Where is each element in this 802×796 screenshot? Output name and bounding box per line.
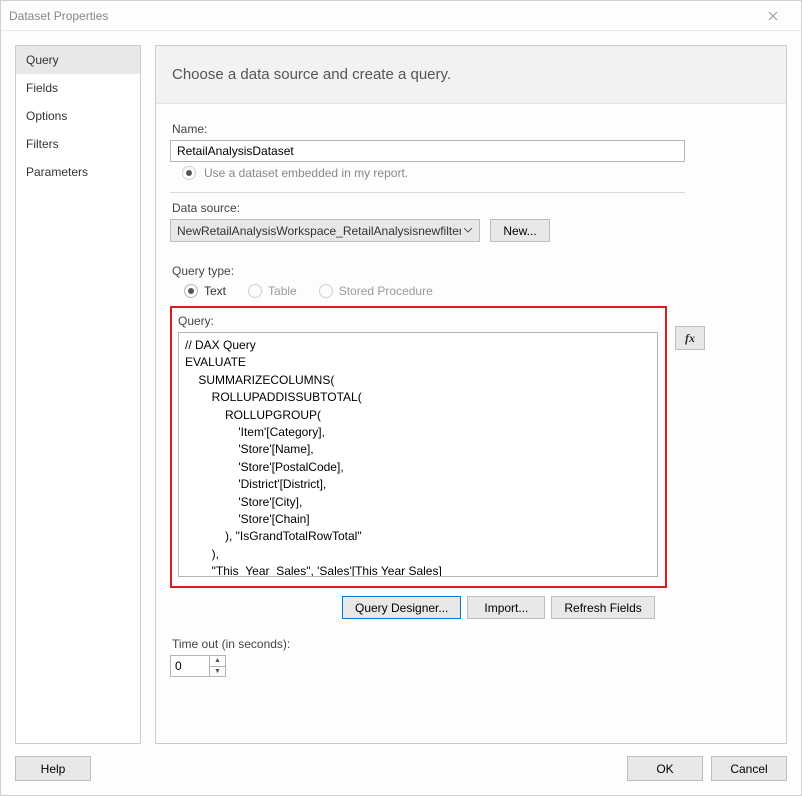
sidebar: Query Fields Options Filters Parameters bbox=[15, 45, 141, 744]
sidebar-item-fields[interactable]: Fields bbox=[16, 74, 140, 102]
sidebar-item-parameters[interactable]: Parameters bbox=[16, 158, 140, 186]
query-type-options: Text Table Stored Procedure bbox=[184, 284, 772, 298]
form-area: Name: Use a dataset embedded in my repor… bbox=[156, 104, 786, 687]
divider bbox=[170, 192, 685, 193]
spinner-down-icon[interactable]: ▼ bbox=[210, 667, 225, 677]
close-icon bbox=[768, 11, 778, 21]
query-row: Query: fx bbox=[170, 298, 772, 588]
timeout-spinner[interactable]: ▲ ▼ bbox=[170, 655, 226, 677]
fx-icon: fx bbox=[685, 331, 695, 346]
query-action-row: Query Designer... Import... Refresh Fiel… bbox=[170, 596, 772, 619]
data-source-value: NewRetailAnalysisWorkspace_RetailAnalysi… bbox=[177, 224, 461, 238]
new-data-source-button[interactable]: New... bbox=[490, 219, 550, 242]
name-input[interactable] bbox=[170, 140, 685, 162]
timeout-label: Time out (in seconds): bbox=[172, 637, 768, 651]
query-type-table: Table bbox=[248, 284, 297, 298]
timeout-input[interactable] bbox=[171, 656, 209, 676]
main-panel: Choose a data source and create a query.… bbox=[155, 45, 787, 744]
data-source-select[interactable]: NewRetailAnalysisWorkspace_RetailAnalysi… bbox=[170, 219, 480, 242]
window-title: Dataset Properties bbox=[9, 9, 753, 23]
cancel-button[interactable]: Cancel bbox=[711, 756, 787, 781]
section-header: Choose a data source and create a query. bbox=[156, 46, 786, 104]
query-highlighted-block: Query: bbox=[170, 306, 667, 588]
query-type-text[interactable]: Text bbox=[184, 284, 226, 298]
chevron-down-icon bbox=[461, 228, 475, 233]
sidebar-item-filters[interactable]: Filters bbox=[16, 130, 140, 158]
embed-option-row: Use a dataset embedded in my report. bbox=[182, 166, 772, 180]
spinner-up-icon[interactable]: ▲ bbox=[210, 656, 225, 667]
help-button[interactable]: Help bbox=[15, 756, 91, 781]
query-textarea[interactable] bbox=[178, 332, 658, 577]
data-source-label: Data source: bbox=[172, 201, 768, 215]
radio-selected-icon bbox=[184, 284, 198, 298]
import-button[interactable]: Import... bbox=[467, 596, 545, 619]
radio-icon bbox=[248, 284, 262, 298]
query-designer-button[interactable]: Query Designer... bbox=[342, 596, 461, 619]
radio-icon bbox=[319, 284, 333, 298]
query-type-stored-procedure: Stored Procedure bbox=[319, 284, 433, 298]
close-button[interactable] bbox=[753, 1, 793, 31]
embed-radio-icon bbox=[182, 166, 196, 180]
name-label: Name: bbox=[172, 122, 768, 136]
sidebar-item-options[interactable]: Options bbox=[16, 102, 140, 130]
query-type-label: Query type: bbox=[172, 264, 768, 278]
dialog-body: Query Fields Options Filters Parameters … bbox=[1, 31, 801, 744]
embed-option-label: Use a dataset embedded in my report. bbox=[204, 166, 408, 180]
titlebar: Dataset Properties bbox=[1, 1, 801, 31]
dialog-footer: Help OK Cancel bbox=[1, 744, 801, 795]
query-label: Query: bbox=[178, 314, 659, 328]
ok-button[interactable]: OK bbox=[627, 756, 703, 781]
sidebar-item-query[interactable]: Query bbox=[16, 46, 140, 74]
refresh-fields-button[interactable]: Refresh Fields bbox=[551, 596, 654, 619]
expression-button[interactable]: fx bbox=[675, 326, 705, 350]
dataset-properties-dialog: Dataset Properties Query Fields Options … bbox=[0, 0, 802, 796]
data-source-row: NewRetailAnalysisWorkspace_RetailAnalysi… bbox=[170, 219, 772, 242]
spinner-buttons: ▲ ▼ bbox=[209, 656, 225, 676]
